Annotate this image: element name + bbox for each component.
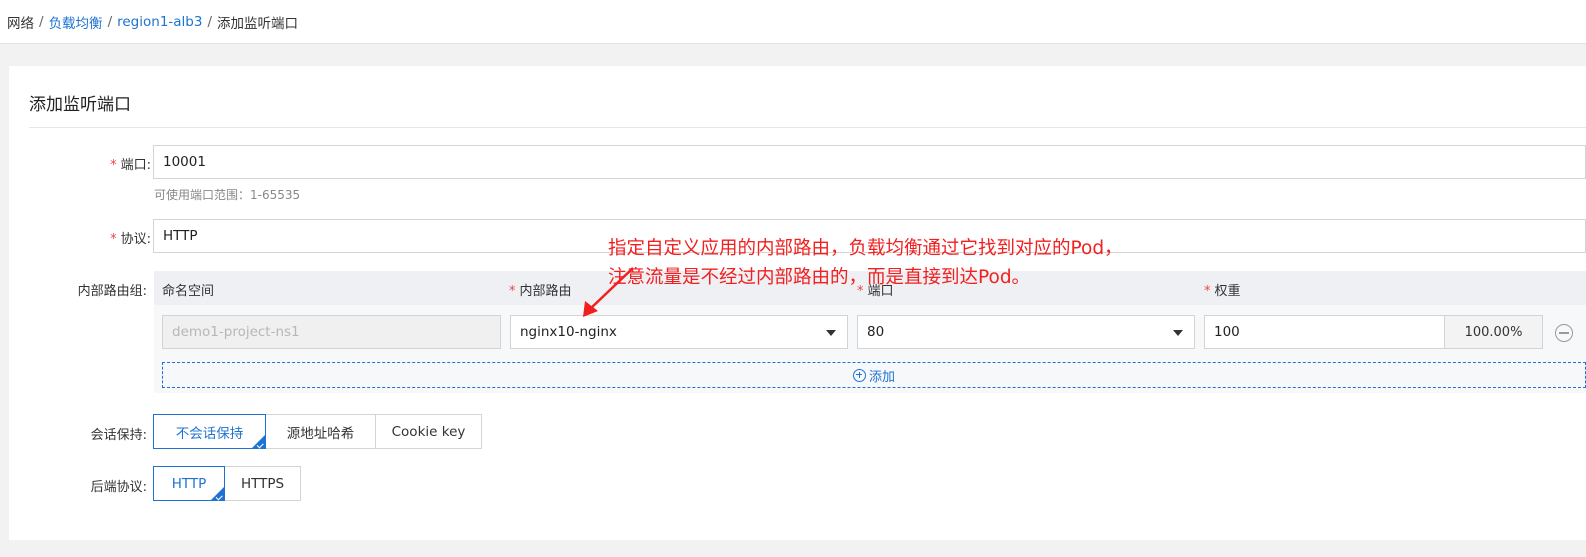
chevron-down-icon (826, 330, 836, 336)
breadcrumb-separator: / (207, 13, 213, 30)
port-select[interactable]: 80 (857, 315, 1195, 349)
remove-row-icon[interactable] (1555, 324, 1573, 342)
column-namespace: 命名空间 (162, 284, 215, 299)
weight-percent: 100.00% (1444, 316, 1542, 348)
breadcrumb-separator: / (39, 13, 44, 30)
annotation-line-1: 指定自定义应用的内部路由，负载均衡通过它找到对应的Pod， (608, 238, 1123, 259)
breadcrumb: 网络 / 负载均衡 / region1-alb3 / 添加监听端口 (0, 0, 1586, 44)
page-title: 添加监听端口 (29, 95, 131, 115)
session-option-cookie[interactable]: Cookie key (375, 414, 482, 449)
namespace-input: demo1-project-ns1 (162, 315, 501, 349)
weight-input[interactable]: 100 100.00% (1204, 315, 1543, 349)
route-select[interactable]: nginx10-nginx (510, 315, 848, 349)
backend-label: 后端协议: (90, 480, 147, 495)
backend-options: HTTP HTTPS (153, 466, 301, 501)
route-group-label: 内部路由组: (77, 284, 147, 299)
port-label: * 端口: (110, 158, 151, 173)
breadcrumb-instance[interactable]: region1-alb3 (117, 14, 202, 30)
backend-option-https[interactable]: HTTPS (224, 466, 301, 501)
annotation-note: 指定自定义应用的内部路由，负载均衡通过它找到对应的Pod， 注意流量是不经过内部… (608, 234, 1123, 292)
protocol-label: * 协议: (110, 232, 151, 247)
chevron-down-icon (1173, 330, 1183, 336)
port-input[interactable]: 10001 (153, 145, 1586, 179)
form-card: 添加监听端口 * 端口: 10001 可使用端口范围：1-65535 * 协议: H… (9, 66, 1586, 540)
annotation-line-2: 注意流量是不经过内部路由的，而是直接到达Pod。 (608, 267, 1031, 288)
column-weight: * 权重 (1204, 284, 1241, 299)
session-option-none[interactable]: 不会话保持 (153, 414, 266, 449)
port-hint: 可使用端口范围：1-65535 (154, 188, 301, 202)
breadcrumb-load-balancer[interactable]: 负载均衡 (49, 12, 103, 32)
title-divider (29, 127, 1586, 128)
add-route-button[interactable]: 添加 (162, 362, 1586, 388)
session-label: 会话保持: (90, 428, 147, 443)
breadcrumb-current: 添加监听端口 (217, 15, 299, 32)
session-option-source-hash[interactable]: 源地址哈希 (265, 414, 376, 449)
column-route: * 内部路由 (509, 284, 572, 299)
plus-circle-icon (852, 368, 866, 382)
session-options: 不会话保持 源地址哈希 Cookie key (153, 414, 482, 449)
breadcrumb-separator: / (107, 13, 113, 30)
backend-option-http[interactable]: HTTP (153, 466, 225, 501)
breadcrumb-network[interactable]: 网络 (7, 12, 34, 32)
